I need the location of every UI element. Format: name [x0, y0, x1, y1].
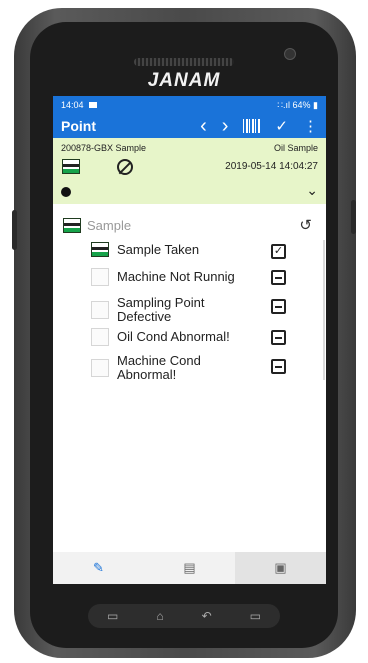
checked-box[interactable]: ✓ — [271, 244, 286, 259]
bottom-tab-bar: ✎ ▤ ▣ — [53, 552, 326, 584]
section-title: Sample — [87, 218, 132, 233]
scrollbar[interactable] — [323, 240, 325, 380]
side-button-right — [351, 200, 356, 234]
back-icon[interactable]: ↶ — [202, 609, 212, 623]
sample-taken-icon — [91, 242, 109, 257]
recent-apps-icon[interactable]: ▭ — [107, 609, 118, 623]
item-label: Machine Cond Abnormal! — [117, 353, 201, 382]
image-icon[interactable]: ▣ — [235, 552, 326, 584]
point-info-panel: 200878-GBX Sample Oil Sample 2019-05-14 … — [53, 138, 326, 204]
status-time: 14:04 — [61, 100, 84, 110]
list-item[interactable]: Sampling Point Defective — [91, 296, 247, 324]
checkbox[interactable] — [91, 328, 109, 346]
list-item[interactable]: Machine Not Runnig — [91, 268, 247, 286]
item-label: Sampling Point Defective — [117, 295, 205, 324]
edit-icon[interactable]: ✎ — [53, 552, 144, 584]
confirm-button[interactable]: ✓ — [275, 117, 288, 135]
minus-box[interactable] — [271, 270, 286, 285]
checklist-area: Sample ↺ Sample Taken ✓ Machine Not Runn… — [53, 204, 326, 546]
sample-type: Oil Sample — [273, 143, 318, 153]
home-icon[interactable]: ⌂ — [156, 609, 163, 623]
checkbox[interactable] — [91, 301, 109, 319]
hardware-nav-bar: ▭ ⌂ ↶ ▭ — [88, 604, 280, 628]
status-bar: 14:04 ∷.ıl 64% ▮ — [53, 96, 326, 114]
overflow-menu-icon[interactable]: ⋮ — [303, 117, 318, 135]
device-brand: JANAM — [147, 70, 221, 91]
sample-datetime: 2019-05-14 14:04:27 — [225, 161, 318, 172]
page-title: Point — [61, 118, 96, 134]
app-bar: Point ‹ › ✓ ⋮ — [53, 114, 326, 138]
section-header: Sample — [63, 218, 131, 233]
minus-box[interactable] — [271, 330, 286, 345]
sample-section-icon — [63, 218, 81, 233]
item-label: Machine Not Runnig — [117, 269, 235, 284]
status-dot-icon — [61, 187, 71, 197]
barcode-icon[interactable] — [243, 119, 261, 133]
not-allowed-icon — [117, 159, 133, 175]
signal-battery-indicator: ∷.ıl 64% ▮ — [277, 99, 318, 110]
item-label: Oil Cond Abnormal! — [117, 329, 230, 344]
expand-chevron-icon[interactable]: ⌄ — [306, 182, 318, 199]
sample-status-icon — [62, 159, 80, 174]
checkbox[interactable] — [91, 268, 109, 286]
history-icon[interactable]: ↺ — [299, 216, 312, 234]
screen: 14:04 ∷.ıl 64% ▮ Point ‹ › ✓ ⋮ 200878-GB… — [53, 96, 326, 584]
point-id: 200878-GBX Sample — [61, 143, 147, 153]
item-label: Sample Taken — [117, 241, 200, 257]
next-button[interactable]: › — [222, 115, 229, 138]
mail-icon — [88, 102, 97, 108]
camera-lens — [284, 48, 296, 60]
comment-icon[interactable]: ▤ — [144, 552, 235, 584]
side-button-left — [12, 210, 17, 250]
prev-button[interactable]: ‹ — [200, 115, 207, 138]
list-item[interactable]: Machine Cond Abnormal! — [91, 354, 247, 382]
list-item[interactable]: Oil Cond Abnormal! — [91, 328, 247, 346]
menu-icon[interactable]: ▭ — [250, 609, 261, 623]
speaker-grille — [134, 58, 234, 66]
minus-box[interactable] — [271, 359, 286, 374]
checkbox[interactable] — [91, 359, 109, 377]
list-item[interactable]: Sample Taken — [91, 242, 247, 257]
minus-box[interactable] — [271, 299, 286, 314]
